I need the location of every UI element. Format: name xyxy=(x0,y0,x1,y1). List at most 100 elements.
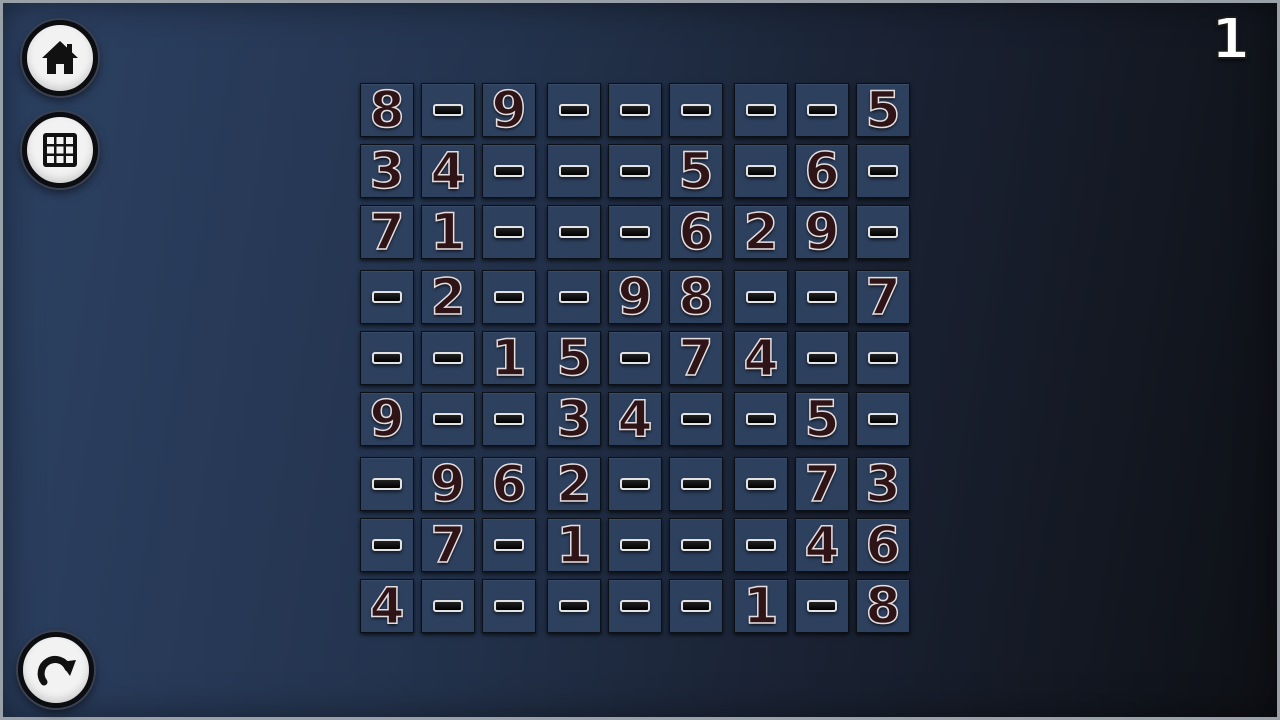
cell-digit: 5 xyxy=(678,142,714,200)
empty-cell-dash xyxy=(620,352,650,364)
board-cell-r4-c6[interactable]: 8 xyxy=(669,270,723,324)
board-cell-r1-c6[interactable] xyxy=(669,83,723,137)
board-cell-r2-c9[interactable] xyxy=(856,144,910,198)
board-cell-r1-c2[interactable] xyxy=(421,83,475,137)
board-cell-r4-c1[interactable] xyxy=(360,270,414,324)
board-cell-r1-c1[interactable]: 8 xyxy=(360,83,414,137)
board-cell-r8-c1[interactable] xyxy=(360,518,414,572)
board-cell-r5-c3[interactable]: 1 xyxy=(482,331,536,385)
board-cell-r7-c4[interactable]: 2 xyxy=(547,457,601,511)
board-cell-r5-c4[interactable]: 5 xyxy=(547,331,601,385)
board-cell-r9-c2[interactable] xyxy=(421,579,475,633)
board-cell-r4-c3[interactable] xyxy=(482,270,536,324)
board-cell-r6-c5[interactable]: 4 xyxy=(608,392,662,446)
board-cell-r8-c2[interactable]: 7 xyxy=(421,518,475,572)
cell-digit: 1 xyxy=(491,329,527,387)
level-number: 1 xyxy=(1210,7,1251,72)
board-cell-r5-c1[interactable] xyxy=(360,331,414,385)
board-cell-r7-c2[interactable]: 9 xyxy=(421,457,475,511)
board-cell-r2-c1[interactable]: 3 xyxy=(360,144,414,198)
board-cell-r3-c5[interactable] xyxy=(608,205,662,259)
board-cell-r2-c2[interactable]: 4 xyxy=(421,144,475,198)
board-cell-r9-c6[interactable] xyxy=(669,579,723,633)
board-cell-r3-c8[interactable]: 9 xyxy=(795,205,849,259)
empty-cell-dash xyxy=(372,352,402,364)
board-cell-r5-c7[interactable]: 4 xyxy=(734,331,788,385)
empty-cell-dash xyxy=(372,539,402,551)
board-cell-r3-c3[interactable] xyxy=(482,205,536,259)
board-cell-r9-c1[interactable]: 4 xyxy=(360,579,414,633)
board-cell-r6-c8[interactable]: 5 xyxy=(795,392,849,446)
board-cell-r3-c6[interactable]: 6 xyxy=(669,205,723,259)
board-cell-r8-c7[interactable] xyxy=(734,518,788,572)
empty-cell-dash xyxy=(746,165,776,177)
board-cell-r4-c5[interactable]: 9 xyxy=(608,270,662,324)
board-cell-r4-c4[interactable] xyxy=(547,270,601,324)
board-cell-r9-c3[interactable] xyxy=(482,579,536,633)
cell-digit: 6 xyxy=(678,203,714,261)
board-cell-r8-c9[interactable]: 6 xyxy=(856,518,910,572)
cell-digit: 4 xyxy=(369,577,405,635)
board-cell-r3-c4[interactable] xyxy=(547,205,601,259)
board-cell-r6-c2[interactable] xyxy=(421,392,475,446)
cell-digit: 5 xyxy=(804,390,840,448)
board-cell-r1-c4[interactable] xyxy=(547,83,601,137)
board-cell-r4-c7[interactable] xyxy=(734,270,788,324)
board-cell-r9-c4[interactable] xyxy=(547,579,601,633)
board-cell-r1-c9[interactable]: 5 xyxy=(856,83,910,137)
board-cell-r3-c9[interactable] xyxy=(856,205,910,259)
board-cell-r4-c9[interactable]: 7 xyxy=(856,270,910,324)
board-cell-r2-c5[interactable] xyxy=(608,144,662,198)
board-cell-r7-c8[interactable]: 7 xyxy=(795,457,849,511)
board-cell-r2-c6[interactable]: 5 xyxy=(669,144,723,198)
board-cell-r1-c8[interactable] xyxy=(795,83,849,137)
board-cell-r7-c5[interactable] xyxy=(608,457,662,511)
restart-button[interactable] xyxy=(18,632,94,708)
board-cell-r3-c7[interactable]: 2 xyxy=(734,205,788,259)
board-cell-r6-c1[interactable]: 9 xyxy=(360,392,414,446)
board-cell-r4-c2[interactable]: 2 xyxy=(421,270,475,324)
board-cell-r7-c6[interactable] xyxy=(669,457,723,511)
board-cell-r6-c9[interactable] xyxy=(856,392,910,446)
board-cell-r7-c7[interactable] xyxy=(734,457,788,511)
board-cell-r7-c3[interactable]: 6 xyxy=(482,457,536,511)
cell-digit: 4 xyxy=(430,142,466,200)
board-cell-r1-c7[interactable] xyxy=(734,83,788,137)
board-cell-r2-c3[interactable] xyxy=(482,144,536,198)
board-cell-r9-c8[interactable] xyxy=(795,579,849,633)
board-cell-r5-c9[interactable] xyxy=(856,331,910,385)
board-cell-r8-c6[interactable] xyxy=(669,518,723,572)
board-cell-r4-c8[interactable] xyxy=(795,270,849,324)
board-cell-r1-c3[interactable]: 9 xyxy=(482,83,536,137)
board-cell-r3-c1[interactable]: 7 xyxy=(360,205,414,259)
board-cell-r5-c2[interactable] xyxy=(421,331,475,385)
board-cell-r8-c8[interactable]: 4 xyxy=(795,518,849,572)
board-cell-r7-c1[interactable] xyxy=(360,457,414,511)
board-cell-r5-c8[interactable] xyxy=(795,331,849,385)
board-cell-r9-c5[interactable] xyxy=(608,579,662,633)
board-cell-r6-c6[interactable] xyxy=(669,392,723,446)
board-cell-r2-c7[interactable] xyxy=(734,144,788,198)
board-cell-r6-c7[interactable] xyxy=(734,392,788,446)
board-cell-r6-c3[interactable] xyxy=(482,392,536,446)
empty-cell-dash xyxy=(433,104,463,116)
board-cell-r9-c9[interactable]: 8 xyxy=(856,579,910,633)
home-button[interactable] xyxy=(22,20,98,96)
level-select-button[interactable] xyxy=(22,112,98,188)
board-cell-r5-c6[interactable]: 7 xyxy=(669,331,723,385)
cell-digit: 3 xyxy=(865,455,901,513)
board-cell-r6-c4[interactable]: 3 xyxy=(547,392,601,446)
board-cell-r3-c2[interactable]: 1 xyxy=(421,205,475,259)
board-cell-r2-c8[interactable]: 6 xyxy=(795,144,849,198)
board-cell-r9-c7[interactable]: 1 xyxy=(734,579,788,633)
board-cell-r8-c3[interactable] xyxy=(482,518,536,572)
cell-digit: 7 xyxy=(430,516,466,574)
board-cell-r1-c5[interactable] xyxy=(608,83,662,137)
empty-cell-dash xyxy=(868,226,898,238)
board-cell-r8-c5[interactable] xyxy=(608,518,662,572)
board-cell-r8-c4[interactable]: 1 xyxy=(547,518,601,572)
board-cell-r5-c5[interactable] xyxy=(608,331,662,385)
cell-digit: 7 xyxy=(678,329,714,387)
board-cell-r2-c4[interactable] xyxy=(547,144,601,198)
board-cell-r7-c9[interactable]: 3 xyxy=(856,457,910,511)
